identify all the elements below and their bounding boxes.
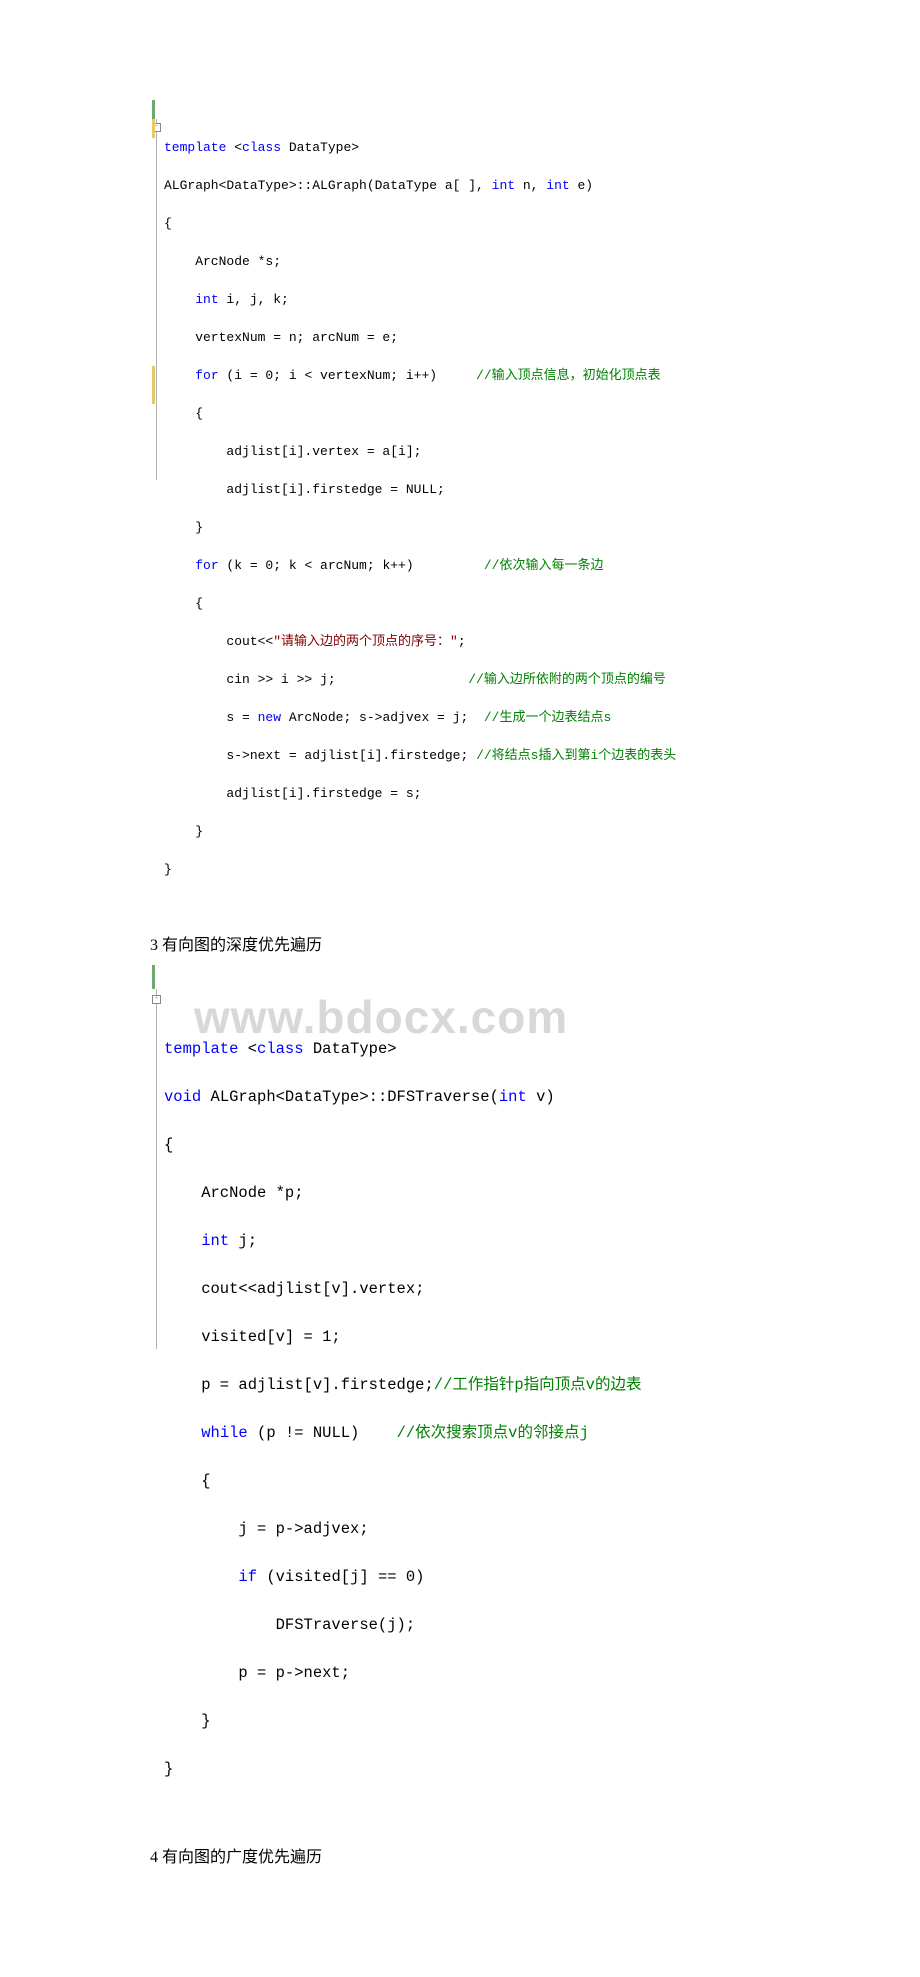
code-line: void ALGraph<DataType>::DFSTraverse(int … [164,1085,770,1109]
code-line: } [164,860,770,879]
code-line: adjlist[i].firstedge = s; [164,784,770,803]
collapse-icon[interactable]: - [152,995,161,1004]
code-line: for (i = 0; i < vertexNum; i++) //输入顶点信息… [164,366,770,385]
code-line: } [164,1709,770,1733]
gutter-marker [152,965,155,989]
gutter-fold-line [156,119,157,480]
gutter-marker [152,366,155,404]
code-line: ArcNode *s; [164,252,770,271]
code-line: p = p->next; [164,1661,770,1685]
code-line: if (visited[j] == 0) [164,1565,770,1589]
code-line: int i, j, k; [164,290,770,309]
gutter-marker [152,100,155,119]
code-line: for (k = 0; k < arcNum; k++) //依次输入每一条边 [164,556,770,575]
code-line: { [164,1133,770,1157]
code-line: template <class DataType> [164,1037,770,1061]
code-line: s->next = adjlist[i].firstedge; //将结点s插入… [164,746,770,765]
document-page: - template <class DataType> ALGraph<Data… [0,0,920,1977]
code-line: { [164,214,770,233]
code-line: } [164,1757,770,1781]
code-line: cout<<"请输入边的两个顶点的序号："; [164,632,770,651]
code-line: int j; [164,1229,770,1253]
code-line: j = p->adjvex; [164,1517,770,1541]
code-line: ALGraph<DataType>::ALGraph(DataType a[ ]… [164,176,770,195]
code-block-2: www.bdocx.com - template <class DataType… [150,965,770,1829]
code-line: visited[v] = 1; [164,1325,770,1349]
code-line: } [164,518,770,537]
code-gutter: - [150,965,160,1829]
code-line: while (p != NULL) //依次搜索顶点v的邻接点j [164,1421,770,1445]
code-line: cin >> i >> j; //输入边所依附的两个顶点的编号 [164,670,770,689]
code-line: vertexNum = n; arcNum = e; [164,328,770,347]
section-heading-4: 4 有向图的广度优先遍历 [150,1843,770,1867]
section-heading-3: 3 有向图的深度优先遍历 [150,931,770,955]
code-line: s = new ArcNode; s->adjvex = j; //生成一个边表… [164,708,770,727]
code-line: p = adjlist[v].firstedge;//工作指针p指向顶点v的边表 [164,1373,770,1397]
code-line: { [164,594,770,613]
gutter-fold-line [156,989,157,1349]
watermark-text: www.bdocx.com [194,1005,568,1029]
code-line: { [164,1469,770,1493]
code-line: cout<<adjlist[v].vertex; [164,1277,770,1301]
code-line: } [164,822,770,841]
code-block-1: - template <class DataType> ALGraph<Data… [150,100,770,917]
code-line: ArcNode *p; [164,1181,770,1205]
code-line: { [164,404,770,423]
code-line: adjlist[i].firstedge = NULL; [164,480,770,499]
gutter-marker [152,119,155,138]
code-line: template <class DataType> [164,138,770,157]
code-line: DFSTraverse(j); [164,1613,770,1637]
code-line: adjlist[i].vertex = a[i]; [164,442,770,461]
code-gutter: - [150,100,160,917]
